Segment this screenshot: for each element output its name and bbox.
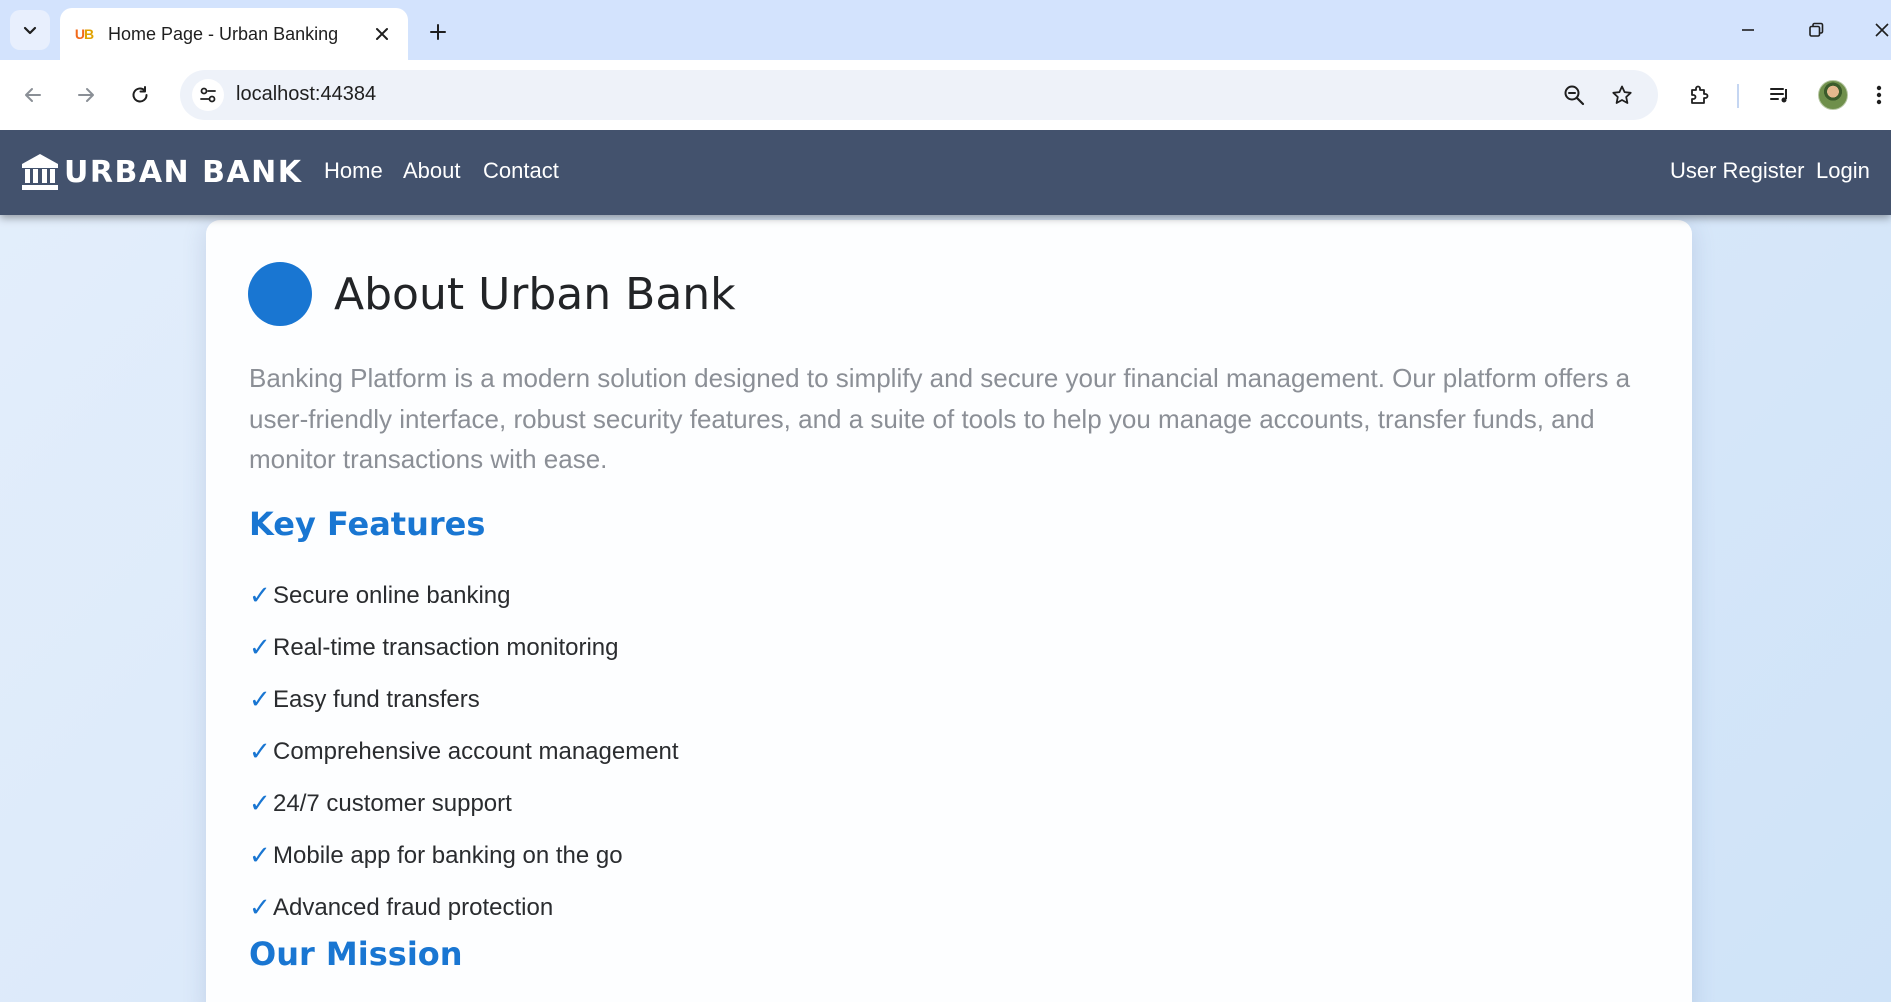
feature-item: ✓ Easy fund transfers [249,674,679,726]
site-info-button[interactable] [192,79,224,111]
nav-link-contact[interactable]: Contact [483,158,559,184]
close-window-icon [1875,23,1889,37]
extensions-button[interactable] [1679,75,1719,115]
new-tab-button[interactable] [420,14,456,50]
feature-item: ✓ Secure online banking [249,570,679,622]
site-navbar: URBAN BANK Home About Contact User Regis… [0,130,1891,215]
features-list: ✓ Secure online banking ✓ Real-time transa… [249,570,679,934]
browser-tab-active[interactable]: UB Home Page - Urban Banking [60,8,408,60]
page-title: About Urban Bank [334,268,736,320]
address-bar[interactable]: localhost:44384 [180,70,1658,120]
arrow-right-icon [78,88,94,102]
bank-icon [22,154,58,190]
nav-link-login[interactable]: Login [1816,158,1870,184]
star-icon [1612,85,1632,104]
feature-label: Secure online banking [273,582,511,609]
back-button[interactable] [13,75,53,115]
feature-label: Advanced fraud protection [273,894,554,921]
media-controls-button[interactable] [1760,75,1800,115]
check-icon: ✓ [249,685,271,715]
page-viewport: URBAN BANK Home About Contact User Regis… [0,130,1891,1002]
reload-icon [132,86,148,103]
reload-button[interactable] [120,75,160,115]
url-text[interactable]: localhost:44384 [236,83,376,106]
zoom-out-icon [1564,85,1585,106]
feature-label: Comprehensive account management [273,738,679,765]
nav-link-about[interactable]: About [403,158,461,184]
features-heading: Key Features [249,505,486,543]
zoom-button[interactable] [1558,79,1590,111]
forward-button[interactable] [66,75,106,115]
about-intro: Banking Platform is a modern solution de… [249,363,1631,474]
minimize-button[interactable] [1728,10,1768,50]
brand-logo[interactable]: URBAN BANK [20,150,303,194]
feature-label: Easy fund transfers [273,686,480,713]
mission-heading: Our Mission [249,935,463,973]
browser-toolbar: localhost:44384 [0,60,1891,130]
arrow-left-icon [25,88,41,102]
feature-label: Real-time transaction monitoring [273,634,619,661]
tab-title: Home Page - Urban Banking [108,23,339,44]
close-icon [376,28,388,40]
tune-icon [200,87,216,103]
about-card: About Urban Bank Banking Platform is a m… [206,220,1692,1002]
chevron-down-icon [23,26,37,35]
feature-item: ✓ Advanced fraud protection [249,882,679,934]
tab-close-button[interactable] [370,22,394,46]
check-icon: ✓ [249,581,271,611]
browser-tabstrip: UB Home Page - Urban Banking [0,0,1891,60]
check-icon: ✓ [249,841,271,871]
feature-item: ✓ 24/7 customer support [249,778,679,830]
brand-name: URBAN BANK [64,154,303,190]
minimize-icon [1742,29,1754,31]
restore-button[interactable] [1796,10,1836,50]
favicon-icon: UB [74,26,94,42]
nav-link-home[interactable]: Home [324,158,383,184]
feature-label: Mobile app for banking on the go [273,842,623,869]
check-icon: ✓ [249,633,271,663]
toolbar-divider [1737,84,1739,108]
about-badge-icon [248,262,312,326]
restore-icon [1809,22,1824,37]
check-icon: ✓ [249,789,271,819]
playlist-icon [1770,88,1787,103]
check-icon: ✓ [249,737,271,767]
plus-icon [430,24,446,40]
menu-button[interactable] [1866,75,1891,115]
close-window-button[interactable] [1862,10,1891,50]
about-header: About Urban Bank [248,262,736,326]
tab-search-button[interactable] [10,10,50,50]
feature-item: ✓ Mobile app for banking on the go [249,830,679,882]
puzzle-icon [1691,85,1709,104]
check-icon: ✓ [249,893,271,923]
bookmark-button[interactable] [1606,79,1638,111]
profile-avatar[interactable] [1818,80,1848,110]
feature-item: ✓ Comprehensive account management [249,726,679,778]
more-vertical-icon [1876,85,1881,105]
nav-link-user-register[interactable]: User Register [1670,158,1804,184]
feature-label: 24/7 customer support [273,790,512,817]
feature-item: ✓ Real-time transaction monitoring [249,622,679,674]
